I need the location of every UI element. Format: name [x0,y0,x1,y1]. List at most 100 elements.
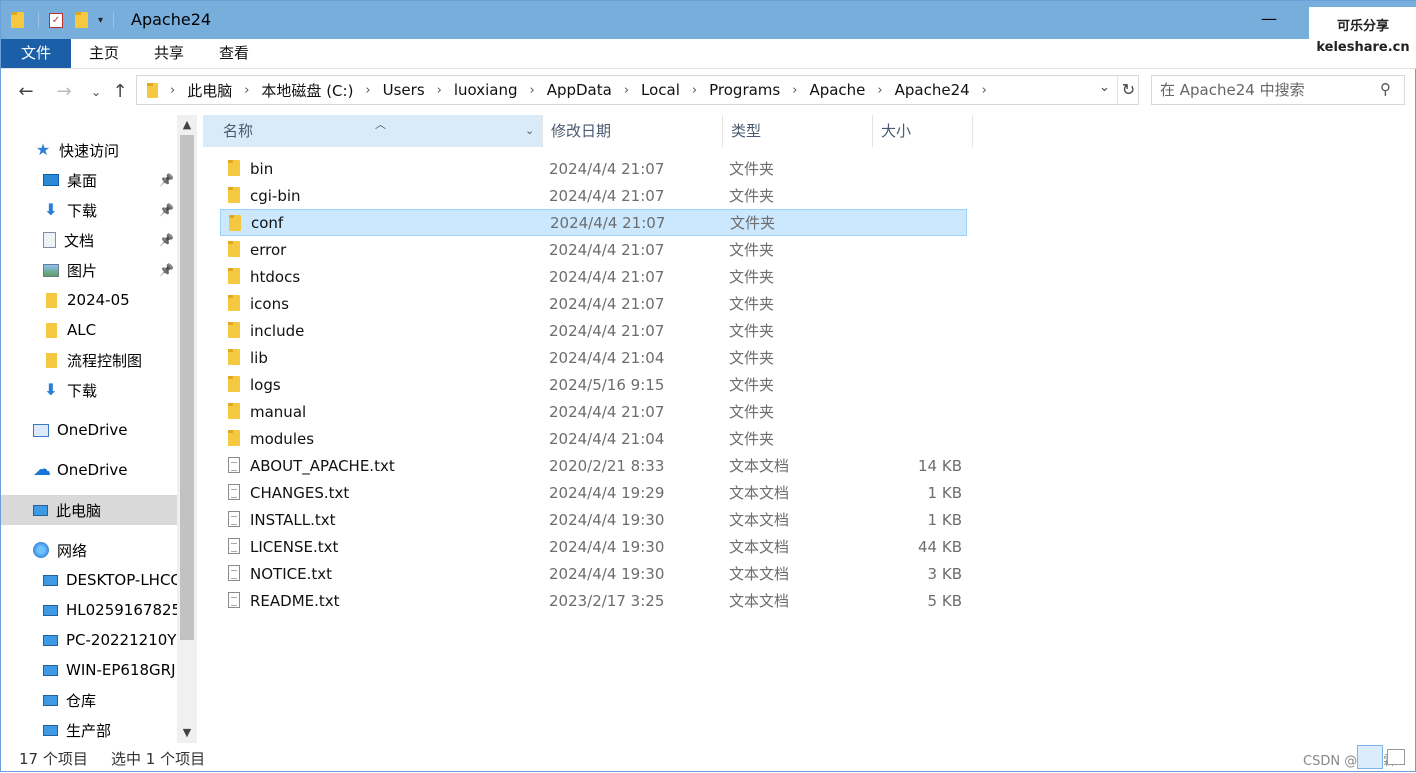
file-name: CHANGES.txt [250,483,350,502]
file-row[interactable]: conf 2024/4/4 21:07 文件夹 [220,209,967,236]
divider [38,12,39,28]
file-row[interactable]: README.txt 2023/2/17 3:25 文本文档 5 KB [220,587,967,614]
quick-access-toolbar: ✓ ▾ [11,10,115,30]
crumb-luoxiang[interactable]: luoxiang [454,81,518,99]
sidebar-item[interactable]: ★ 快速访问 [1,135,177,165]
scroll-down-icon[interactable]: ▼ [177,723,197,743]
sidebar-item[interactable]: WIN-EP618GRJ [1,655,177,685]
breadcrumb-separator-icon[interactable]: › [877,83,882,98]
sidebar-item[interactable]: 此电脑 [1,495,177,525]
breadcrumb-separator-icon[interactable]: › [530,83,535,98]
scrollbar-thumb[interactable] [180,135,194,640]
crumb-appdata[interactable]: AppData [547,81,612,99]
tab-view[interactable]: 查看 [219,39,249,68]
sidebar-item[interactable]: 文档 📌 [1,225,177,255]
file-type: 文本文档 [729,457,790,475]
breadcrumb-separator-icon[interactable]: › [982,83,987,98]
scroll-up-icon[interactable]: ▲ [177,115,197,135]
pin-icon[interactable]: 📌 [159,233,174,247]
details-view-button[interactable] [1357,745,1383,769]
crumb-local-disk[interactable]: 本地磁盘 (C:) [261,80,353,101]
file-row[interactable]: CHANGES.txt 2024/4/4 19:29 文本文档 1 KB [220,479,967,506]
breadcrumb-separator-icon[interactable]: › [365,83,370,98]
download-icon: ⬇ [44,200,58,219]
crumb-apache24[interactable]: Apache24 [895,81,970,99]
minimize-button[interactable]: — [1257,9,1281,29]
recent-locations-icon[interactable]: ⌄ [85,85,107,99]
up-icon[interactable]: ↑ [109,81,131,102]
file-size: 3 KB [927,564,962,583]
crumb-apache[interactable]: Apache [809,81,865,99]
customize-qat-icon[interactable]: ▾ [98,15,103,26]
breadcrumb-separator-icon[interactable]: › [624,83,629,98]
column-type[interactable]: 类型 [723,115,873,147]
watermark-line2: keleshare.cn [1316,40,1410,55]
tab-file[interactable]: 文件 [1,39,71,68]
column-size[interactable]: 大小 [873,115,973,147]
chevron-down-icon[interactable]: ⌄ [525,115,534,147]
crumb-local[interactable]: Local [641,81,680,99]
large-icons-view-button[interactable] [1387,749,1405,765]
file-row[interactable]: INSTALL.txt 2024/4/4 19:30 文本文档 1 KB [220,506,967,533]
sidebar-item[interactable]: OneDrive [1,415,177,445]
crumb-programs[interactable]: Programs [709,81,780,99]
sidebar-item[interactable]: 图片 📌 [1,255,177,285]
tab-home[interactable]: 主页 [89,39,119,68]
search-icon[interactable]: ⚲ [1380,80,1391,98]
breadcrumb-separator-icon[interactable]: › [170,83,175,98]
file-row[interactable]: manual 2024/4/4 21:07 文件夹 [220,398,967,425]
folder-icon [228,376,240,392]
address-bar[interactable]: › 此电脑 › 本地磁盘 (C:) › Users › luoxiang › AppDa… [136,75,1139,105]
sidebar-item[interactable]: 生产部 [1,715,177,743]
file-row[interactable]: ABOUT_APACHE.txt 2020/2/21 8:33 文本文档 14 KB [220,452,967,479]
file-row[interactable]: include 2024/4/4 21:07 文件夹 [220,317,967,344]
file-row[interactable]: error 2024/4/4 21:07 文件夹 [220,236,967,263]
sidebar-item[interactable]: 仓库 [1,685,177,715]
file-row[interactable]: LICENSE.txt 2024/4/4 19:30 文本文档 44 KB [220,533,967,560]
crumb-users[interactable]: Users [383,81,425,99]
sidebar-item[interactable]: 桌面 📌 [1,165,177,195]
sidebar-item[interactable]: HL0259167825 [1,595,177,625]
file-row[interactable]: icons 2024/4/4 21:07 文件夹 [220,290,967,317]
breadcrumb-separator-icon[interactable]: › [437,83,442,98]
sidebar-item[interactable]: ⬇ 下载 📌 [1,195,177,225]
sidebar-item[interactable]: ☁ OneDrive [1,455,177,485]
breadcrumb-separator-icon[interactable]: › [692,83,697,98]
search-input[interactable] [1160,80,1370,100]
sidebar-item-label: 2024-05 [67,291,130,309]
breadcrumb-separator-icon[interactable]: › [244,83,249,98]
pin-icon[interactable]: 📌 [159,173,174,187]
file-row[interactable]: NOTICE.txt 2024/4/4 19:30 文本文档 3 KB [220,560,967,587]
sidebar-item[interactable]: 2024-05 [1,285,177,315]
address-dropdown-icon[interactable]: ⌄ [1099,80,1110,95]
column-name[interactable]: 名称 ︿ ⌄ [203,115,543,147]
properties-icon[interactable]: ✓ [49,12,63,28]
crumb-this-pc[interactable]: 此电脑 [187,80,232,101]
sidebar-scrollbar[interactable]: ▲ ▼ [177,115,197,743]
sidebar-item[interactable]: ALC [1,315,177,345]
breadcrumb-separator-icon[interactable]: › [792,83,797,98]
file-row[interactable]: cgi-bin 2024/4/4 21:07 文件夹 [220,182,967,209]
sidebar-item[interactable]: PC-20221210YI [1,625,177,655]
sidebar-item[interactable]: DESKTOP-LHCC [1,565,177,595]
file-row[interactable]: bin 2024/4/4 21:07 文件夹 [220,155,967,182]
sidebar-item[interactable]: ⬇ 下载 [1,375,177,405]
pin-icon[interactable]: 📌 [159,203,174,217]
new-folder-icon[interactable] [75,12,88,28]
file-date: 2020/2/21 8:33 [549,456,665,475]
tab-share[interactable]: 共享 [154,39,184,68]
file-row[interactable]: modules 2024/4/4 21:04 文件夹 [220,425,967,452]
file-row[interactable]: htdocs 2024/4/4 21:07 文件夹 [220,263,967,290]
pin-icon[interactable]: 📌 [159,263,174,277]
search-box[interactable]: ⚲ [1151,75,1405,105]
file-row[interactable]: logs 2024/5/16 9:15 文件夹 [220,371,967,398]
sidebar-item-label: 快速访问 [59,141,120,160]
sidebar-item[interactable]: 流程控制图 [1,345,177,375]
forward-icon[interactable]: → [53,81,75,102]
sidebar-item[interactable]: 网络 [1,535,177,565]
computer-icon [33,504,48,516]
column-date[interactable]: 修改日期 [543,115,723,147]
file-row[interactable]: lib 2024/4/4 21:04 文件夹 [220,344,967,371]
back-icon[interactable]: ← [15,81,37,102]
refresh-icon[interactable]: ↻ [1117,76,1139,104]
